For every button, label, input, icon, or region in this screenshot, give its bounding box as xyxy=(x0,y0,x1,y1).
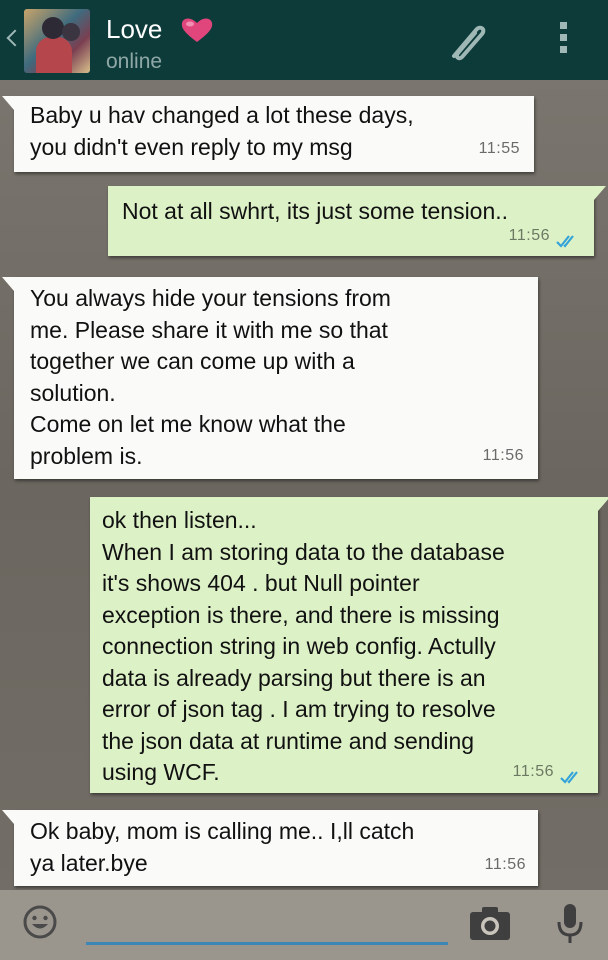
overflow-menu-icon[interactable] xyxy=(556,22,570,58)
emoji-icon[interactable] xyxy=(22,904,58,940)
message-time: 11:56 xyxy=(482,446,524,464)
contact-status: online xyxy=(106,50,163,73)
double-check-icon xyxy=(560,771,578,784)
message-time: 11:56 xyxy=(508,226,550,244)
message-time: 11:56 xyxy=(484,855,526,873)
message-incoming[interactable]: You always hide your tensions from me. P… xyxy=(2,277,538,479)
message-input-bar xyxy=(0,890,608,960)
message-time: 11:55 xyxy=(478,139,520,157)
message-outgoing[interactable]: Not at all swhrt, its just some tension.… xyxy=(108,186,606,256)
message-text: Ok baby, mom is calling me.. I,ll catch … xyxy=(30,818,415,876)
chat-header: Love online xyxy=(0,0,608,80)
microphone-icon[interactable] xyxy=(556,902,584,946)
double-check-icon xyxy=(556,235,574,248)
message-time: 11:56 xyxy=(512,762,554,780)
back-arrow-icon[interactable] xyxy=(6,26,18,52)
contact-name[interactable]: Love xyxy=(106,14,162,45)
message-outgoing[interactable]: ok then listen... When I am storing data… xyxy=(90,497,608,793)
message-input[interactable] xyxy=(86,908,448,945)
paperclip-icon[interactable] xyxy=(440,16,492,68)
message-text: You always hide your tensions from me. P… xyxy=(30,285,391,469)
avatar[interactable] xyxy=(24,9,90,73)
message-incoming[interactable]: Baby u hav changed a lot these days, you… xyxy=(2,96,534,172)
message-text: ok then listen... When I am storing data… xyxy=(102,507,505,785)
message-incoming[interactable]: Ok baby, mom is calling me.. I,ll catch … xyxy=(2,810,538,886)
message-text: Baby u hav changed a lot these days, you… xyxy=(30,102,414,160)
heart-icon xyxy=(181,18,213,42)
camera-icon[interactable] xyxy=(468,904,512,942)
